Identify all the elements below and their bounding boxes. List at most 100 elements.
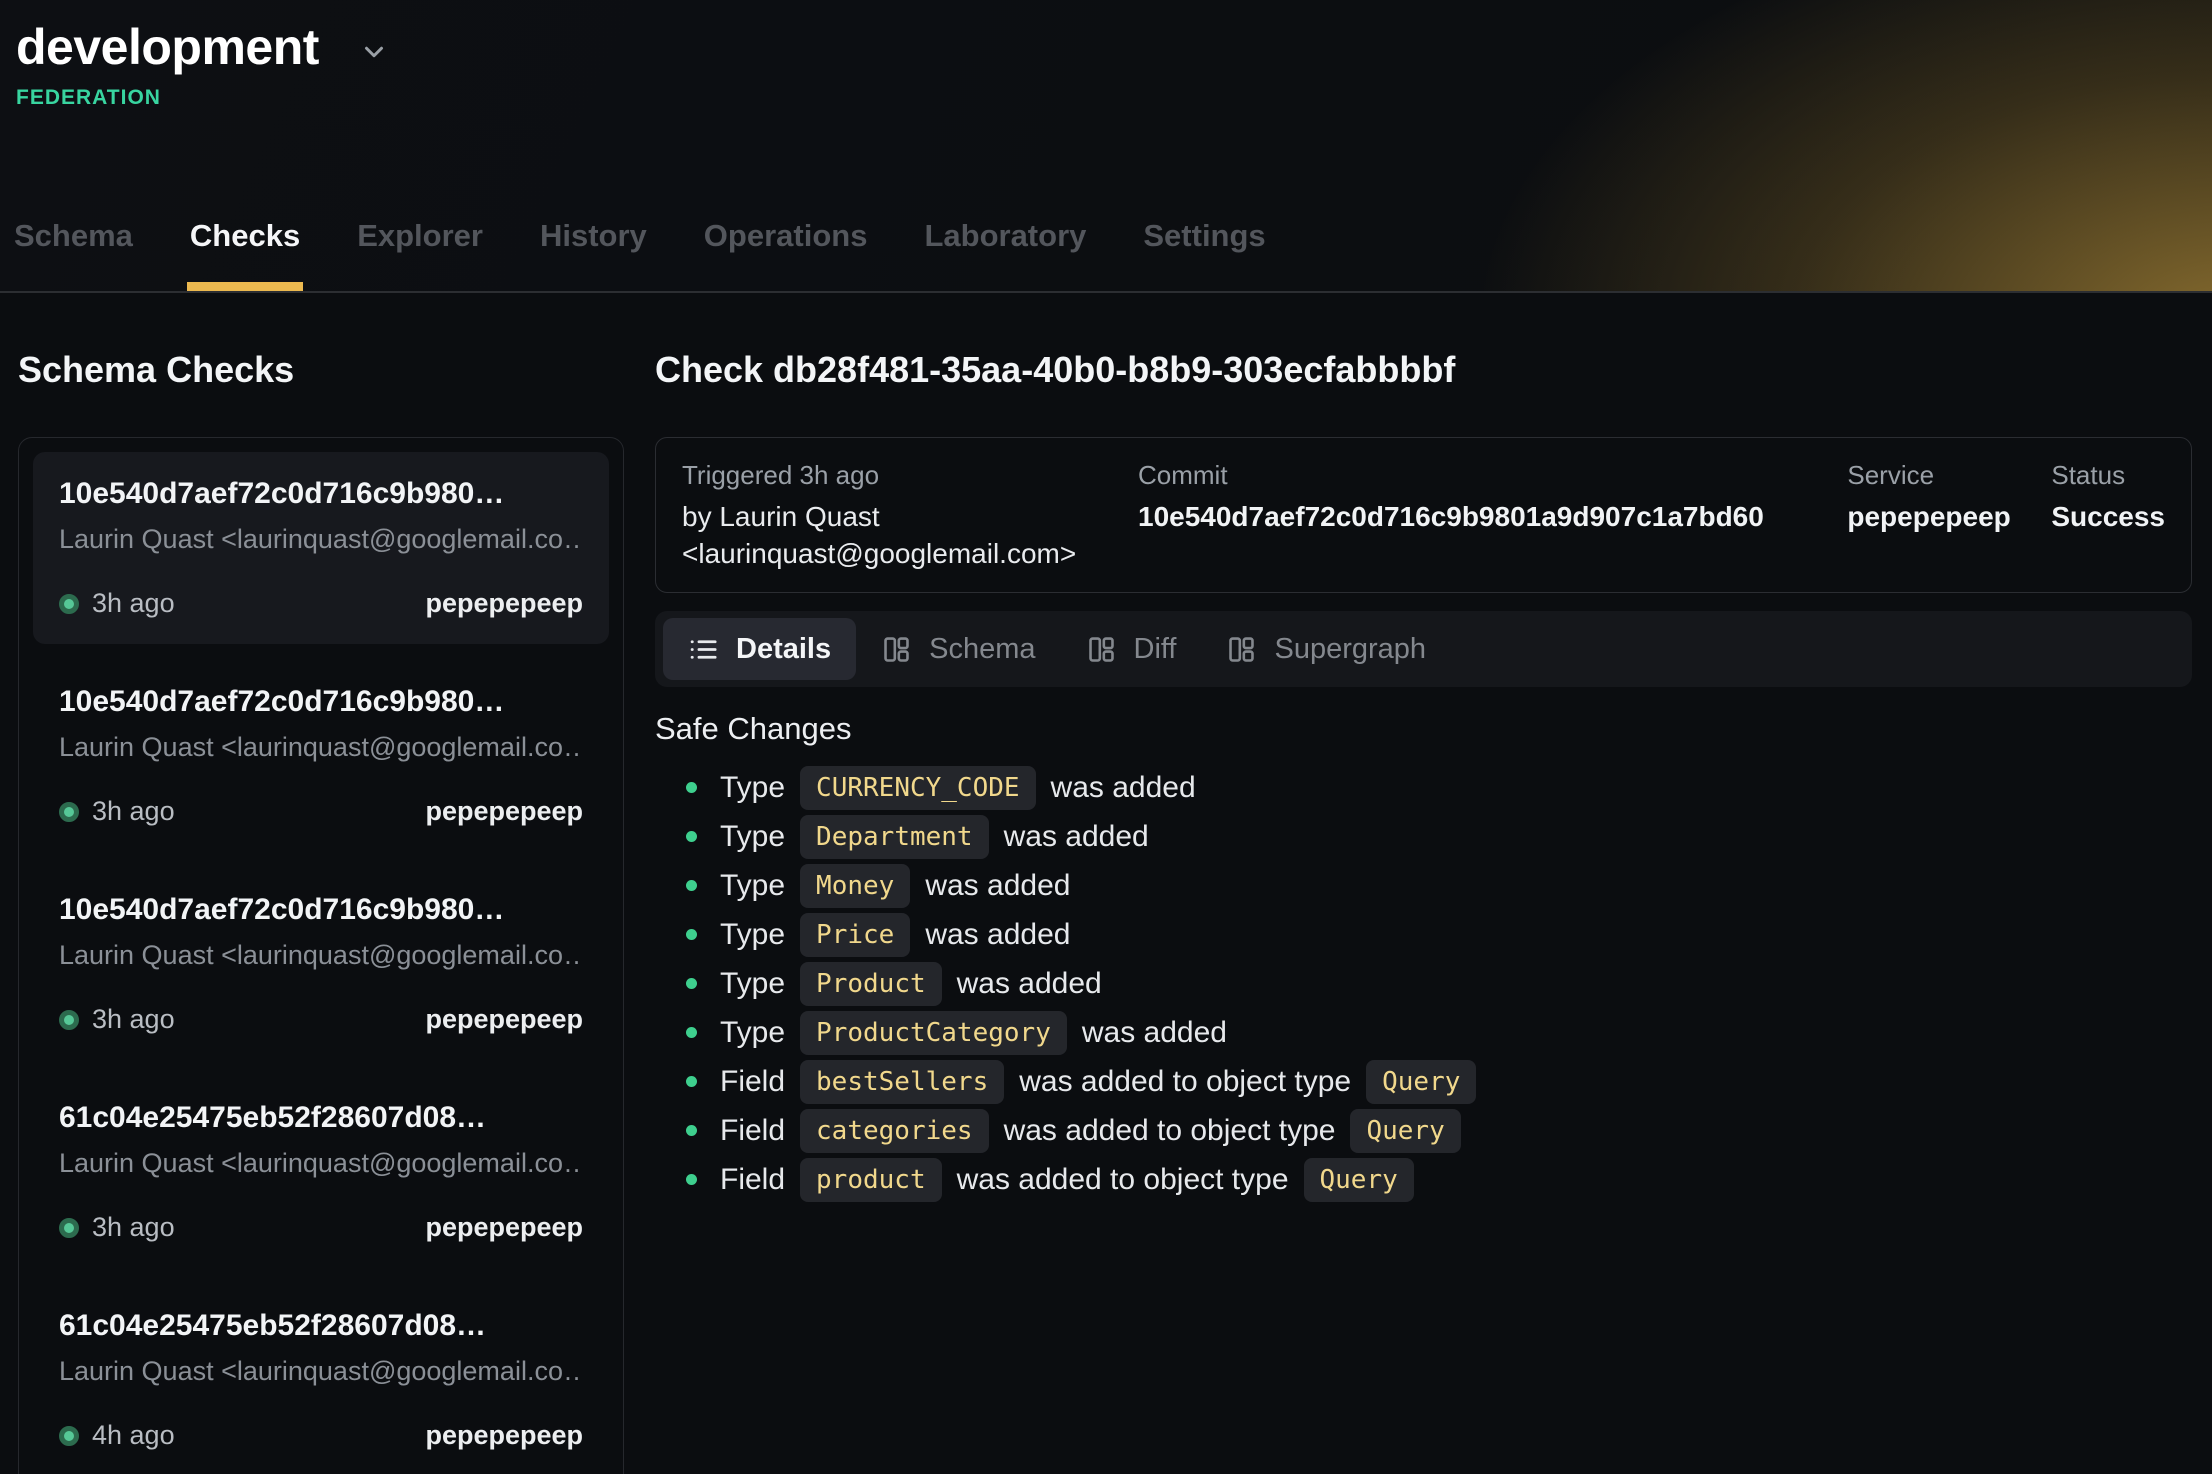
bullet-icon: [686, 782, 697, 793]
schema-checks-sidebar: Schema Checks 10e540d7aef72c0d716c9b980……: [18, 293, 624, 1474]
tab-label: Details: [736, 633, 831, 666]
change-code-chip: Price: [800, 913, 910, 957]
check-detail-tab[interactable]: Schema: [856, 618, 1060, 680]
chevron-down-icon[interactable]: [359, 37, 389, 67]
check-detail-panel: Check db28f481-35aa-40b0-b8b9-303ecfabbb…: [655, 293, 2192, 1204]
check-list-item[interactable]: 10e540d7aef72c0d716c9b980… Laurin Quast …: [33, 660, 609, 852]
check-detail-tab[interactable]: Supergraph: [1201, 618, 1451, 680]
bullet-icon: [686, 1076, 697, 1087]
nav-tab-label: History: [540, 218, 647, 253]
nav-tabs: Schema Checks Explorer History Operation…: [0, 218, 2212, 291]
check-service: pepepepeep: [425, 588, 583, 619]
status-label: Status: [2051, 458, 2165, 492]
change-list-item: Type Money was added: [655, 861, 2192, 910]
change-list-item: Type Price was added: [655, 910, 2192, 959]
check-detail-tab[interactable]: Diff: [1061, 618, 1202, 680]
check-list-item[interactable]: 61c04e25475eb52f28607d08… Laurin Quast <…: [33, 1076, 609, 1268]
check-id: 10e540d7aef72c0d716c9b980…: [59, 477, 583, 511]
change-target-chip: Query: [1350, 1109, 1460, 1153]
change-description: was added: [1082, 1016, 1227, 1050]
triggered-label: Triggered 3h ago: [682, 458, 1138, 492]
check-time: 3h ago: [92, 1004, 175, 1035]
check-id: 61c04e25475eb52f28607d08…: [59, 1101, 583, 1135]
change-description: was added: [925, 918, 1070, 952]
change-description: was added to object type: [1019, 1065, 1351, 1099]
check-detail-tab[interactable]: Details: [663, 618, 856, 680]
check-detail-tabs: Details Schema: [655, 611, 2192, 687]
nav-tab-label: Explorer: [357, 218, 483, 253]
change-kind: Field: [720, 1065, 785, 1099]
nav-tab[interactable]: Laboratory: [924, 218, 1086, 291]
columns-icon: [1086, 634, 1117, 665]
tab-label: Supergraph: [1274, 633, 1426, 666]
change-list-item: Type Product was added: [655, 959, 2192, 1008]
change-description: was added to object type: [1004, 1114, 1336, 1148]
check-id: 10e540d7aef72c0d716c9b980…: [59, 893, 583, 927]
change-list-item: Type Department was added: [655, 812, 2192, 861]
status-dot-icon: [59, 802, 79, 822]
check-time: 3h ago: [92, 588, 175, 619]
change-kind: Field: [720, 1114, 785, 1148]
safe-changes-list: Type CURRENCY_CODE was added Type Depart…: [655, 763, 2192, 1204]
check-meta-box: Triggered 3h ago by Laurin Quast <laurin…: [655, 437, 2192, 593]
check-service: pepepepeep: [425, 1212, 583, 1243]
change-kind: Type: [720, 820, 785, 854]
nav-tab[interactable]: Explorer: [357, 218, 483, 291]
change-code-chip: CURRENCY_CODE: [800, 766, 1036, 810]
change-target-chip: Query: [1304, 1158, 1414, 1202]
bullet-icon: [686, 831, 697, 842]
change-code-chip: product: [800, 1158, 942, 1202]
tab-label: Schema: [929, 633, 1035, 666]
check-service: pepepepeep: [425, 1420, 583, 1451]
change-code-chip: bestSellers: [800, 1060, 1004, 1104]
change-kind: Type: [720, 918, 785, 952]
check-author: Laurin Quast <laurinquast@googlemail.co…: [59, 524, 583, 555]
page-header: development FEDERATION Schema Checks Exp…: [0, 0, 2212, 293]
nav-tab-label: Laboratory: [924, 218, 1086, 253]
check-time: 4h ago: [92, 1420, 175, 1451]
service-name: pepepepeep: [1847, 498, 2051, 535]
columns-icon: [1226, 634, 1257, 665]
check-list-item[interactable]: 61c04e25475eb52f28607d08… Laurin Quast <…: [33, 1284, 609, 1474]
nav-tab[interactable]: Checks: [190, 218, 300, 291]
change-kind: Type: [720, 771, 785, 805]
nav-tab-label: Checks: [190, 218, 300, 253]
change-target-chip: Query: [1366, 1060, 1476, 1104]
change-code-chip: categories: [800, 1109, 989, 1153]
change-list-item: Type CURRENCY_CODE was added: [655, 763, 2192, 812]
change-list-item: Type ProductCategory was added: [655, 1008, 2192, 1057]
check-list-item[interactable]: 10e540d7aef72c0d716c9b980… Laurin Quast …: [33, 452, 609, 644]
bullet-icon: [686, 1027, 697, 1038]
bullet-icon: [686, 929, 697, 940]
change-code-chip: Money: [800, 864, 910, 908]
nav-tab[interactable]: Operations: [704, 218, 868, 291]
columns-icon: [881, 634, 912, 665]
check-id: 61c04e25475eb52f28607d08…: [59, 1309, 583, 1343]
checks-list: 10e540d7aef72c0d716c9b980… Laurin Quast …: [18, 437, 624, 1474]
change-kind: Type: [720, 869, 785, 903]
commit-label: Commit: [1138, 458, 1847, 492]
check-service: pepepepeep: [425, 796, 583, 827]
check-time: 3h ago: [92, 796, 175, 827]
bullet-icon: [686, 978, 697, 989]
status-dot-icon: [59, 594, 79, 614]
check-id: 10e540d7aef72c0d716c9b980…: [59, 685, 583, 719]
list-icon: [688, 634, 719, 665]
status-dot-icon: [59, 1218, 79, 1238]
check-list-item[interactable]: 10e540d7aef72c0d716c9b980… Laurin Quast …: [33, 868, 609, 1060]
nav-tab[interactable]: Schema: [14, 218, 133, 291]
check-author: Laurin Quast <laurinquast@googlemail.co…: [59, 1356, 583, 1387]
sidebar-title: Schema Checks: [18, 348, 624, 392]
bullet-icon: [686, 880, 697, 891]
status-dot-icon: [59, 1426, 79, 1446]
service-label: Service: [1847, 458, 2051, 492]
check-author: Laurin Quast <laurinquast@googlemail.co…: [59, 732, 583, 763]
check-detail-title: Check db28f481-35aa-40b0-b8b9-303ecfabbb…: [655, 348, 2192, 392]
nav-tab[interactable]: Settings: [1143, 218, 1265, 291]
change-kind: Type: [720, 1016, 785, 1050]
change-list-item: Field categories was added to object typ…: [655, 1106, 2192, 1155]
triggered-by: by Laurin Quast: [682, 498, 1138, 535]
triggered-email: <laurinquast@googlemail.com>: [682, 535, 1138, 572]
nav-tab[interactable]: History: [540, 218, 647, 291]
safe-changes-title: Safe Changes: [655, 711, 2192, 747]
